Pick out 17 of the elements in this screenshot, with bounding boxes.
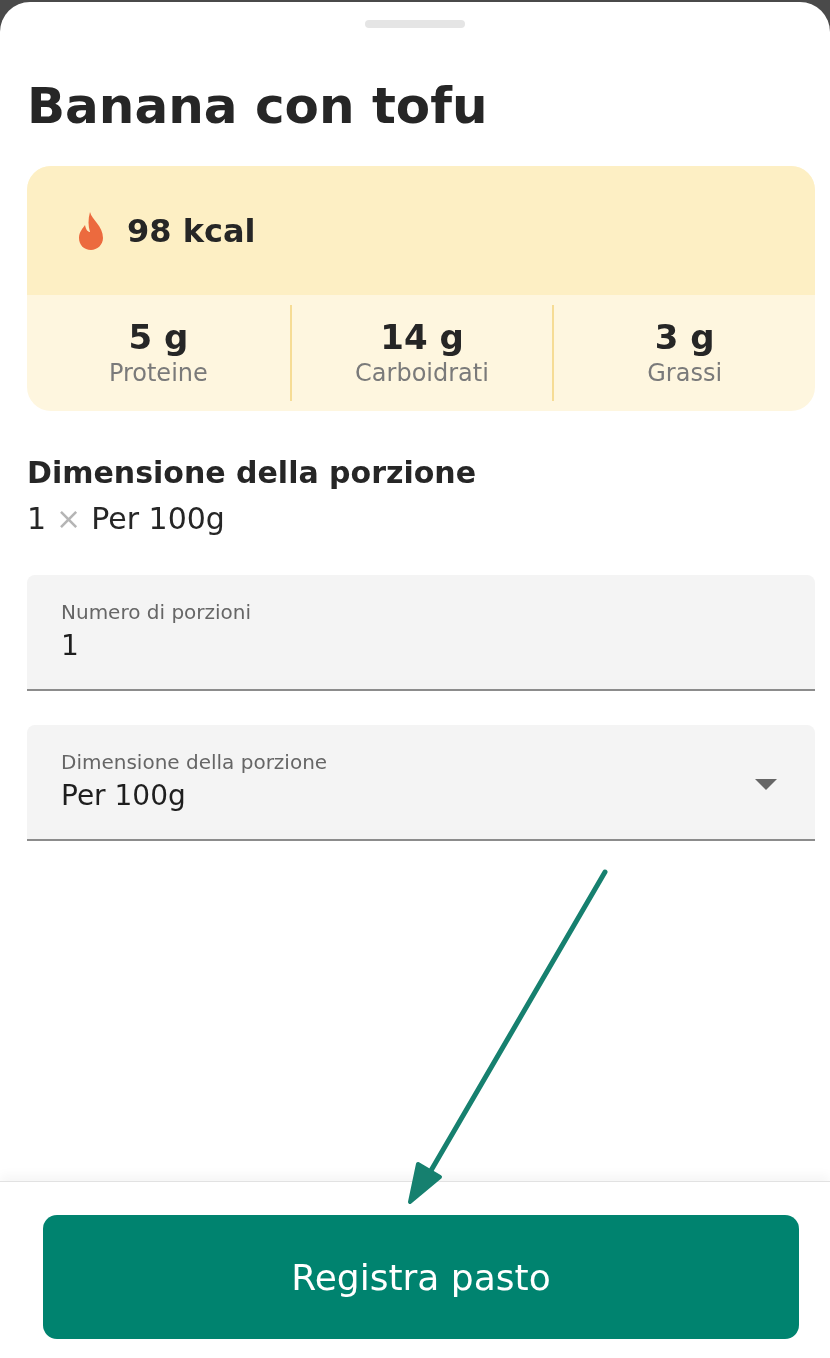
input-field[interactable]: Numero di porzioni 1 (27, 575, 815, 691)
macro-label: Proteine (108, 358, 208, 389)
dropdown-field[interactable]: Dimensione della porzione Per 100g (27, 725, 815, 841)
calorie-value: 98 kcal (127, 211, 256, 250)
food-title: Banana con tofu (27, 76, 489, 136)
macro-value: 14 g (380, 317, 464, 357)
caret-icon (755, 779, 777, 791)
serving-unit: Per 100g (91, 500, 225, 538)
serving-count: 1 (27, 500, 47, 538)
drag-handle[interactable] (365, 20, 465, 28)
multiply-sign: × (56, 500, 82, 538)
log-meal-button[interactable]: Registra pasto (43, 1215, 799, 1339)
section-heading: Dimensione della porzione (27, 454, 478, 492)
macro-value: 3 g (654, 317, 715, 357)
macro-label: Carboidrati (355, 358, 489, 389)
macro-value: 5 g (128, 317, 189, 357)
macro-label: Grassi (647, 358, 723, 389)
